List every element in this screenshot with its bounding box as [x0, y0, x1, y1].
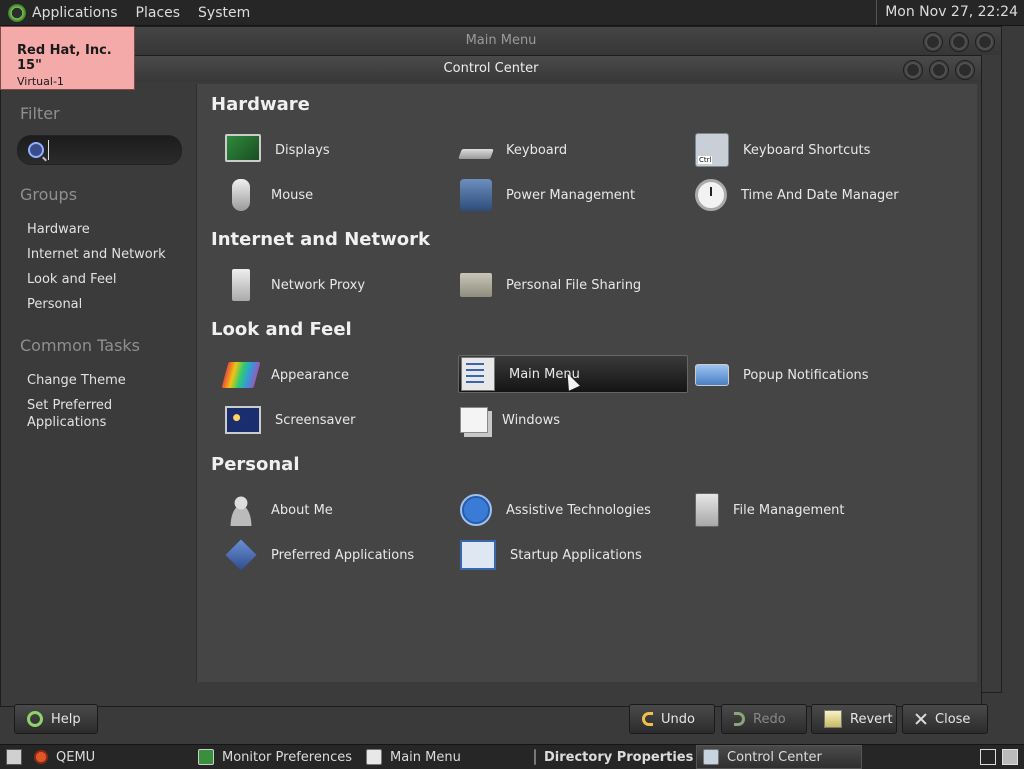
window-title: Control Center	[443, 61, 539, 76]
minimize-button[interactable]	[903, 60, 923, 80]
windows-icon	[460, 407, 488, 433]
mate-logo-icon[interactable]	[8, 3, 26, 22]
sidebar-item-internet-network[interactable]: Internet and Network	[27, 246, 166, 263]
keyboard-shortcuts-icon	[695, 133, 729, 167]
preferred-applications-icon	[225, 539, 257, 571]
item-assistive-technologies[interactable]: Assistive Technologies	[446, 492, 674, 528]
keyboard-icon	[458, 149, 494, 159]
section-title-look-and-feel: Look and Feel	[211, 319, 352, 340]
close-window-button[interactable]	[975, 32, 995, 52]
item-screensaver[interactable]: Screensaver	[211, 402, 439, 438]
filter-heading: Filter	[20, 104, 60, 123]
filter-box	[17, 135, 182, 165]
section-title-personal: Personal	[211, 454, 300, 475]
notification-subtitle: Virtual-1	[17, 75, 64, 88]
task-set-preferred-applications[interactable]: Set Preferred Applications	[27, 397, 147, 431]
taskbar-item-directory-properties[interactable]: Directory Properties	[528, 746, 694, 768]
taskbar-item-control-center[interactable]: Control Center	[696, 745, 862, 769]
screensaver-icon	[225, 406, 261, 434]
folder-icon	[460, 273, 492, 297]
system-menu[interactable]: System	[198, 5, 250, 21]
monitor-icon	[198, 749, 214, 765]
display-icon	[225, 134, 261, 162]
about-me-icon	[225, 494, 257, 526]
task-change-theme[interactable]: Change Theme	[27, 372, 126, 389]
item-personal-file-sharing[interactable]: Personal File Sharing	[446, 267, 674, 303]
show-desktop-icon[interactable]	[6, 749, 22, 765]
maximize-button[interactable]	[929, 60, 949, 80]
item-appearance[interactable]: Appearance	[211, 357, 439, 393]
item-windows[interactable]: Windows	[446, 402, 674, 438]
item-keyboard[interactable]: Keyboard	[446, 132, 674, 168]
item-mouse[interactable]: Mouse	[211, 177, 439, 213]
workspace-switcher	[980, 749, 1018, 765]
section-title-internet-network: Internet and Network	[211, 229, 430, 250]
network-proxy-icon	[232, 269, 250, 301]
item-preferred-applications[interactable]: Preferred Applications	[211, 537, 439, 573]
appearance-icon	[221, 362, 261, 388]
item-about-me[interactable]: About Me	[211, 492, 439, 528]
item-time-and-date-manager[interactable]: Time And Date Manager	[681, 177, 909, 213]
main-menu-icon	[366, 749, 382, 765]
close-button[interactable]: Close	[902, 704, 988, 734]
item-power-management[interactable]: Power Management	[446, 177, 674, 213]
taskbar-item-qemu[interactable]: QEMU	[28, 746, 190, 768]
notification-title: Red Hat, Inc. 15"	[17, 43, 112, 73]
content-area: Hardware Displays Keyboard Keyboard Shor…	[196, 84, 977, 682]
groups-heading: Groups	[20, 185, 78, 204]
control-center-icon	[703, 749, 719, 765]
item-keyboard-shortcuts[interactable]: Keyboard Shortcuts	[681, 132, 909, 168]
sidebar-item-hardware[interactable]: Hardware	[27, 221, 90, 238]
close-icon	[915, 713, 927, 725]
qemu-icon	[34, 750, 48, 764]
help-button[interactable]: Help	[14, 704, 98, 734]
workspace-2[interactable]	[1002, 749, 1018, 765]
minimize-button[interactable]	[923, 32, 943, 52]
item-startup-applications[interactable]: Startup Applications	[446, 537, 674, 573]
redo-button[interactable]: Redo	[721, 704, 807, 734]
startup-applications-icon	[460, 540, 496, 570]
item-network-proxy[interactable]: Network Proxy	[211, 267, 439, 303]
places-menu[interactable]: Places	[136, 5, 181, 21]
item-displays[interactable]: Displays	[211, 132, 439, 168]
sidebar-item-personal[interactable]: Personal	[27, 296, 82, 313]
clock-icon	[695, 179, 727, 211]
undo-icon	[642, 712, 653, 726]
item-popup-notifications[interactable]: Popup Notifications	[681, 357, 909, 393]
revert-button[interactable]: Revert	[811, 704, 897, 734]
filter-input[interactable]	[48, 140, 178, 160]
revert-icon	[824, 710, 842, 728]
assistive-icon	[460, 494, 492, 526]
sidebar-item-look-and-feel[interactable]: Look and Feel	[27, 271, 117, 288]
workspace-1[interactable]	[980, 749, 996, 765]
taskbar: QEMU Monitor Preferences Main Menu Direc…	[0, 744, 1024, 769]
applications-menu[interactable]: Applications	[32, 5, 118, 21]
sidebar: Filter Groups Hardware Internet and Netw…	[1, 84, 196, 704]
taskbar-item-main-menu[interactable]: Main Menu	[360, 746, 526, 768]
clock[interactable]: Mon Nov 27, 22:24	[876, 0, 1024, 25]
taskbar-item-monitor-preferences[interactable]: Monitor Preferences	[192, 746, 358, 768]
control-center-window: Control Center Filter Groups Hardware In…	[0, 55, 988, 734]
item-file-management[interactable]: File Management	[681, 492, 909, 528]
maximize-button[interactable]	[949, 32, 969, 52]
power-management-icon	[460, 179, 492, 211]
section-title-hardware: Hardware	[211, 94, 310, 115]
file-management-icon	[695, 493, 719, 527]
help-icon	[27, 711, 43, 727]
control-center-titlebar[interactable]: Control Center	[1, 56, 981, 82]
main-menu-icon	[461, 357, 495, 391]
undo-button[interactable]: Undo	[629, 704, 715, 734]
top-panel: Applications Places System Mon Nov 27, 2…	[0, 0, 1024, 26]
close-window-button[interactable]	[955, 60, 975, 80]
main-menu-titlebar[interactable]: Main Menu	[1, 27, 1001, 55]
display-notification[interactable]: Red Hat, Inc. 15" Virtual-1	[0, 26, 135, 90]
redo-icon	[734, 712, 745, 726]
search-icon	[28, 142, 44, 158]
mouse-icon	[232, 179, 250, 211]
common-tasks-heading: Common Tasks	[20, 336, 141, 355]
properties-icon	[534, 749, 536, 765]
popup-notifications-icon	[695, 364, 729, 386]
